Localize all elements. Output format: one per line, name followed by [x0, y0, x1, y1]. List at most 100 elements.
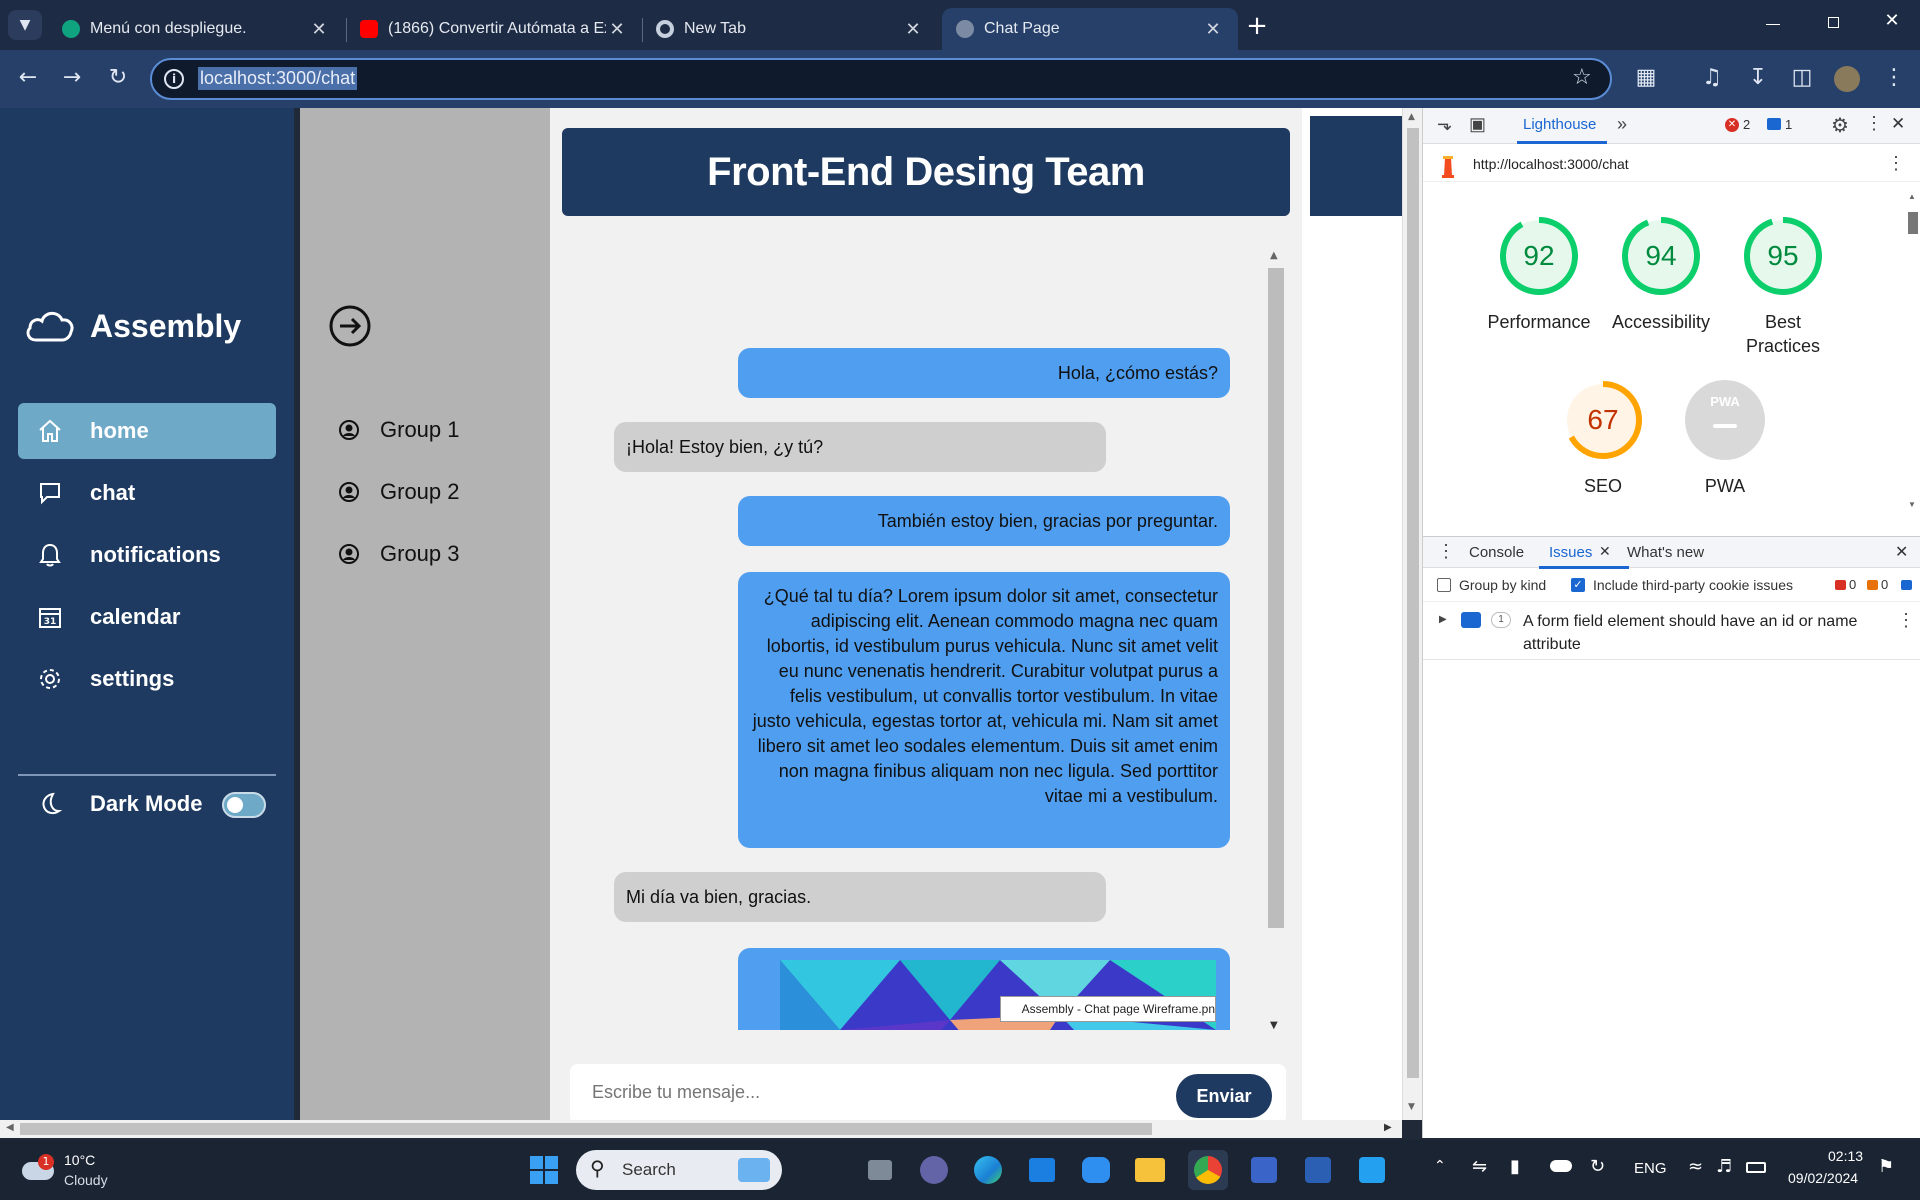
error-badge-icon[interactable]: ✕ [1725, 118, 1739, 132]
scroll-thumb[interactable] [1268, 268, 1284, 928]
more-vertical-icon[interactable]: ⋮ [1897, 610, 1915, 631]
sidebar-item-chat[interactable]: chat [18, 465, 276, 521]
back-button[interactable]: ← [12, 62, 44, 94]
group-item[interactable]: Group 1 [338, 417, 460, 443]
browser-menu-button[interactable]: ⋮ [1878, 62, 1910, 94]
close-icon[interactable]: ✕ [1891, 114, 1905, 134]
bookmark-star-icon[interactable]: ☆ [1572, 65, 1592, 90]
lighthouse-scrollbar[interactable]: ▲ ▼ [1905, 192, 1919, 510]
sidebar-item-calendar[interactable]: 31 calendar [18, 589, 276, 645]
profile-avatar[interactable] [1834, 66, 1860, 92]
minimize-button[interactable] [1762, 14, 1786, 34]
drawer-tab-issues[interactable]: Issues [1549, 544, 1592, 561]
taskbar-search-box[interactable]: ⚲ Search [576, 1150, 782, 1190]
drawer-tab-console[interactable]: Console [1469, 544, 1524, 561]
more-vertical-icon[interactable]: ⋮ [1865, 113, 1883, 134]
scroll-down-arrow-icon[interactable]: ▼ [1908, 500, 1916, 509]
close-icon[interactable]: ✕ [1599, 543, 1611, 560]
sync-icon[interactable]: ↻ [1590, 1156, 1605, 1177]
close-icon[interactable]: ✕ [1202, 19, 1224, 40]
gear-icon[interactable]: ⚙ [1831, 113, 1849, 138]
messenger-icon[interactable] [1076, 1150, 1116, 1190]
group-item[interactable]: Group 3 [338, 541, 460, 567]
inspect-element-icon[interactable]: ⬎ [1437, 114, 1452, 135]
site-info-icon[interactable]: i [164, 69, 184, 89]
file-explorer-icon[interactable] [1130, 1150, 1170, 1190]
collapse-arrow-button[interactable] [328, 304, 372, 352]
more-vertical-icon[interactable]: ⋮ [1887, 153, 1905, 174]
scroll-thumb[interactable] [1908, 212, 1918, 234]
chrome-icon[interactable] [1188, 1150, 1228, 1190]
forward-button[interactable]: → [56, 62, 88, 94]
page-horizontal-scrollbar[interactable]: ◀ ▶ [0, 1120, 1402, 1138]
message-input[interactable] [592, 1082, 1152, 1103]
extensions-button[interactable]: ▦ [1630, 62, 1662, 94]
send-button[interactable]: Enviar [1176, 1074, 1272, 1118]
downloads-button[interactable]: ↧ [1742, 62, 1774, 94]
close-icon[interactable]: ✕ [308, 19, 330, 40]
more-tabs-icon[interactable]: » [1617, 114, 1627, 135]
lighthouse-report-url[interactable]: http://localhost:3000/chat [1473, 156, 1629, 172]
message-scrollbar[interactable]: ▲ ▼ [1266, 248, 1284, 1038]
mail-app-icon[interactable] [1244, 1150, 1284, 1190]
battery-icon[interactable] [1746, 1162, 1766, 1173]
media-button[interactable]: ♫ [1696, 62, 1728, 94]
brand-logo[interactable]: Assembly [24, 306, 241, 346]
scroll-down-arrow-icon[interactable]: ▼ [1270, 1020, 1278, 1031]
clock-time[interactable]: 02:13 [1828, 1148, 1863, 1164]
tray-settings-icon[interactable]: ⇋ [1472, 1156, 1487, 1177]
url-text[interactable]: localhost:3000/chat [198, 67, 358, 90]
close-window-button[interactable]: ✕ [1880, 10, 1904, 34]
browser-tab[interactable]: Menú con despliegue. ✕ [48, 8, 344, 50]
side-panel-button[interactable]: ◫ [1786, 62, 1818, 94]
task-view-icon[interactable] [860, 1150, 900, 1190]
browser-tab[interactable]: (1866) Convertir Autómata a Ex ✕ [346, 8, 642, 50]
weather-widget[interactable]: 1 10°C Cloudy [20, 1148, 140, 1192]
vscode-icon[interactable] [1352, 1150, 1392, 1190]
group-item[interactable]: Group 2 [338, 479, 460, 505]
tray-overflow-icon[interactable]: ⌃ [1434, 1158, 1446, 1174]
message-list[interactable]: Hola, ¿cómo estás? ¡Hola! Estoy bien, ¿y… [570, 240, 1270, 1030]
third-party-checkbox[interactable]: ✓ [1571, 578, 1585, 592]
drawer-tab-whats-new[interactable]: What's new [1627, 544, 1704, 561]
issue-row[interactable]: ▶ 1 A form field element should have an … [1423, 604, 1920, 660]
scroll-up-arrow-icon[interactable]: ▲ [1908, 192, 1916, 201]
score-gauge-pwa[interactable] [1685, 380, 1765, 460]
store-icon[interactable] [1022, 1150, 1062, 1190]
close-icon[interactable]: ✕ [606, 19, 628, 40]
close-icon[interactable]: ✕ [902, 19, 924, 40]
page-vertical-scrollbar[interactable]: ▲ ▼ [1402, 108, 1422, 1120]
restore-button[interactable] [1822, 14, 1846, 34]
wifi-icon[interactable]: ≈ [1688, 1156, 1703, 1177]
tab-lighthouse[interactable]: Lighthouse [1523, 116, 1596, 133]
sidebar-item-home[interactable]: home [18, 403, 276, 459]
scroll-thumb[interactable] [20, 1123, 1152, 1135]
reload-button[interactable]: ↻ [102, 62, 134, 94]
group-by-kind-checkbox[interactable] [1437, 578, 1451, 592]
onedrive-icon[interactable] [1550, 1160, 1572, 1172]
browser-tab-active[interactable]: Chat Page ✕ [942, 8, 1238, 50]
new-tab-button[interactable]: + [1242, 12, 1272, 42]
drawer-menu-icon[interactable]: ⋮ [1437, 541, 1455, 562]
dark-mode-toggle[interactable] [222, 792, 266, 818]
tray-app-icon[interactable]: ▮ [1510, 1156, 1520, 1177]
scroll-right-arrow-icon[interactable]: ▶ [1384, 1122, 1392, 1133]
language-indicator[interactable]: ENG [1634, 1160, 1667, 1177]
address-bar[interactable]: i localhost:3000/chat ☆ [150, 58, 1612, 100]
sidebar-item-settings[interactable]: settings [18, 651, 276, 707]
close-icon[interactable]: ✕ [1895, 542, 1908, 562]
scroll-up-arrow-icon[interactable]: ▲ [1270, 250, 1278, 261]
device-toggle-icon[interactable]: ▣ [1469, 114, 1486, 135]
notification-bell-icon[interactable]: ⚑ [1878, 1156, 1894, 1177]
edge-browser-icon[interactable] [968, 1150, 1008, 1190]
expand-caret-icon[interactable]: ▶ [1439, 614, 1447, 625]
start-button[interactable] [524, 1150, 564, 1190]
scroll-up-arrow-icon[interactable]: ▲ [1408, 112, 1415, 122]
browser-tab[interactable]: New Tab ✕ [642, 8, 938, 50]
sidebar-item-notifications[interactable]: notifications [18, 527, 276, 583]
tab-search-button[interactable]: ▼ [8, 10, 42, 40]
clock-date[interactable]: 09/02/2024 [1788, 1170, 1858, 1186]
message-badge-icon[interactable] [1767, 118, 1781, 130]
teams-chat-icon[interactable] [914, 1150, 954, 1190]
scroll-thumb[interactable] [1407, 128, 1419, 1078]
